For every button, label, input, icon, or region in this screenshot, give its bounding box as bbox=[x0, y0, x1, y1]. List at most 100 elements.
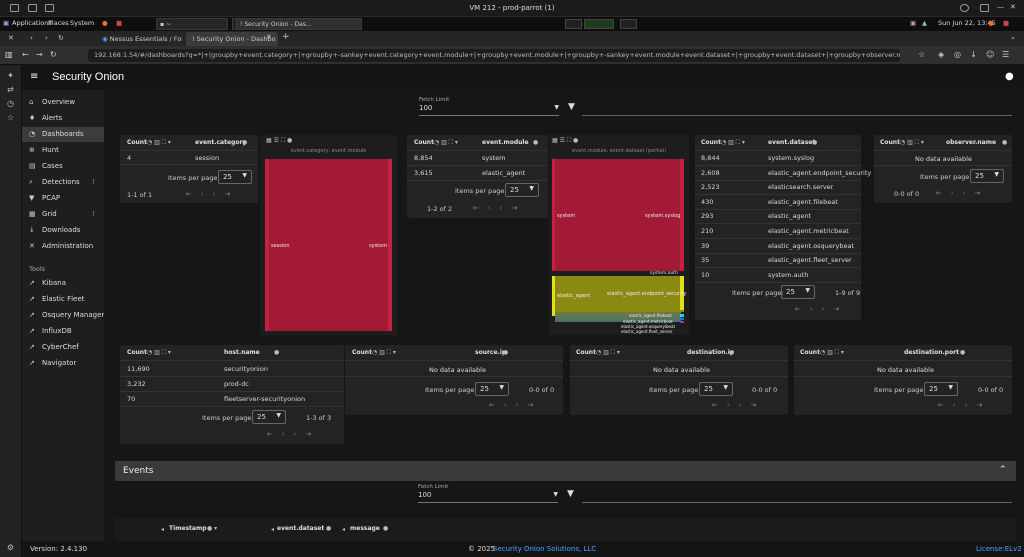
nav-cases[interactable]: ▤ Cases bbox=[22, 159, 104, 174]
chart-icons[interactable]: ◔ ▥ ⛶ ▾ bbox=[820, 349, 844, 357]
sort-icon[interactable]: ◂ bbox=[342, 526, 345, 533]
cell-value[interactable]: fleetserver-securityonion bbox=[224, 395, 305, 403]
pagination-buttons[interactable]: ⇤‹›⇥ bbox=[473, 204, 526, 212]
power-icon[interactable] bbox=[960, 4, 969, 12]
remove-icon[interactable]: ● bbox=[383, 525, 388, 532]
cell-value[interactable]: elasticsearch.server bbox=[768, 183, 833, 191]
tool-influxdb[interactable]: ↗ InfluxDB bbox=[22, 324, 104, 339]
chart-toolbar-icons[interactable]: ▦ ☰ ⛶ ● bbox=[552, 137, 578, 145]
sort-icon[interactable]: ◂ bbox=[161, 526, 164, 533]
pocket-icon[interactable]: ◎ bbox=[954, 50, 961, 59]
license-link[interactable]: License:ELv2 bbox=[976, 545, 1022, 553]
col-event-category[interactable]: event.category bbox=[195, 139, 246, 146]
col-count[interactable]: Count bbox=[352, 349, 372, 356]
tool-elastic-fleet[interactable]: ↗ Elastic Fleet bbox=[22, 292, 104, 307]
taskbar-item-active[interactable]: ! Security Onion - Das... bbox=[236, 18, 362, 30]
cell-value[interactable]: elastic_agent.endpoint_security bbox=[768, 169, 871, 177]
sync-icon[interactable]: ⇄ bbox=[6, 85, 15, 94]
chevron-up-icon[interactable]: ⌃ bbox=[999, 465, 1007, 475]
cell-value[interactable]: system.syslog bbox=[768, 154, 814, 162]
cell-value[interactable]: securityonion bbox=[224, 365, 268, 373]
tool-navigator[interactable]: ↗ Navigator bbox=[22, 356, 104, 371]
chart-icons[interactable]: ◔ ▥ ⛶ ▾ bbox=[434, 139, 458, 147]
items-per-page-select[interactable]: 25 ▼ bbox=[252, 410, 286, 424]
network-icon[interactable]: ▲ bbox=[922, 19, 927, 27]
nav-grid[interactable]: ▦ Grid! bbox=[22, 207, 104, 222]
cell-value[interactable]: elastic_agent.filebeat bbox=[768, 198, 838, 206]
refresh-icon[interactable]: ↻ bbox=[58, 34, 64, 42]
chart-icons[interactable]: ◔ ▥ ⛶ ▾ bbox=[721, 139, 745, 147]
events-query-input[interactable] bbox=[582, 502, 1012, 503]
remove-icon[interactable]: ● bbox=[274, 349, 279, 356]
pagination-buttons[interactable]: ⇤‹›⇥ bbox=[936, 189, 989, 197]
remove-icon[interactable]: ● bbox=[533, 139, 538, 146]
cell-value[interactable]: system.auth bbox=[768, 271, 808, 279]
back-button[interactable]: ← bbox=[22, 50, 29, 59]
sidebar-toggle-icon[interactable]: ▥ bbox=[5, 50, 13, 59]
ai-icon[interactable]: ✦ bbox=[6, 71, 15, 80]
items-per-page-select[interactable]: 25 ▼ bbox=[475, 382, 509, 396]
col-count[interactable]: Count bbox=[127, 139, 147, 146]
pagination-buttons[interactable]: ⇤‹›⇥ bbox=[938, 401, 991, 409]
col-observer-name[interactable]: observer.name bbox=[946, 139, 996, 146]
new-tab-icon[interactable]: + bbox=[282, 32, 290, 42]
col-count[interactable]: Count bbox=[576, 349, 596, 356]
download-icon[interactable]: ↓ bbox=[970, 50, 977, 59]
cell-value[interactable]: elastic_agent bbox=[482, 169, 525, 177]
account-icon[interactable]: ☺ bbox=[986, 50, 994, 59]
col-timestamp[interactable]: Timestamp bbox=[169, 525, 207, 532]
items-per-page-select[interactable]: 25 ▼ bbox=[924, 382, 958, 396]
bookmarks-icon[interactable]: ☆ bbox=[6, 113, 15, 122]
remove-icon[interactable]: ● bbox=[812, 139, 817, 146]
firefox-icon[interactable]: ● bbox=[988, 19, 994, 27]
chart-toolbar-icons[interactable]: ▦ ☰ ⛶ ● bbox=[266, 137, 292, 145]
forward-icon[interactable]: › bbox=[45, 34, 48, 42]
apps-icon[interactable]: ▣ bbox=[3, 19, 9, 27]
company-link[interactable]: Security Onion Solutions, LLC bbox=[493, 545, 596, 553]
nav-administration[interactable]: ✕ Administration bbox=[22, 239, 104, 254]
user-icon[interactable]: ● bbox=[1005, 71, 1014, 82]
hamburger-icon[interactable]: ≡ bbox=[30, 71, 38, 82]
tray-icon[interactable]: ▣ bbox=[910, 19, 916, 27]
applications-menu[interactable]: Applications bbox=[12, 19, 52, 27]
pagination-buttons[interactable]: ⇤‹›⇥ bbox=[712, 401, 765, 409]
col-message[interactable]: message bbox=[350, 525, 380, 532]
tool-osquery[interactable]: ↗ Osquery Manager bbox=[22, 308, 104, 323]
items-per-page-select[interactable]: 25 ▼ bbox=[505, 183, 539, 197]
fetch-limit-select[interactable]: 100 ▼ bbox=[419, 104, 559, 116]
minimize-icon[interactable]: — bbox=[997, 3, 1004, 11]
query-input[interactable] bbox=[582, 115, 1012, 116]
nav-alerts[interactable]: ♦ Alerts bbox=[22, 111, 104, 126]
col-event-dataset[interactable]: event.dataset bbox=[277, 525, 324, 532]
cell-value[interactable]: elastic_agent bbox=[768, 212, 811, 220]
col-count[interactable]: Count bbox=[880, 139, 900, 146]
places-menu[interactable]: Places bbox=[48, 19, 69, 27]
nav-overview[interactable]: ⌂ Overview bbox=[22, 95, 104, 110]
firefox-icon[interactable]: ● bbox=[102, 19, 108, 27]
cell-value[interactable]: prod-dc bbox=[224, 380, 249, 388]
extensions-icon[interactable]: ☰ bbox=[1002, 50, 1009, 59]
cell-value[interactable]: elastic_agent.fleet_server bbox=[768, 256, 852, 264]
col-count[interactable]: Count bbox=[127, 349, 147, 356]
tool-cyberchef[interactable]: ↗ CyberChef bbox=[22, 340, 104, 355]
close-icon[interactable]: ✕ bbox=[1010, 3, 1016, 11]
nav-dashboards[interactable]: ◔ Dashboards bbox=[22, 127, 104, 142]
nav-downloads[interactable]: ↓ Downloads bbox=[22, 223, 104, 238]
pagination-buttons[interactable]: ⇤‹›⇥ bbox=[267, 430, 320, 438]
remove-icon[interactable]: ● bbox=[503, 349, 508, 356]
forward-button[interactable]: → bbox=[36, 50, 43, 59]
items-per-page-select[interactable]: 25 ▼ bbox=[218, 170, 252, 184]
shield-icon[interactable]: ◈ bbox=[938, 50, 944, 59]
pagination-buttons[interactable]: ⇤‹›⇥ bbox=[186, 190, 239, 198]
back-icon[interactable]: ‹ bbox=[30, 34, 33, 42]
chart-icons[interactable]: ◔ ▥ ⛶ ▾ bbox=[372, 349, 396, 357]
items-per-page-select[interactable]: 25 ▼ bbox=[781, 285, 815, 299]
sort-icon[interactable]: ◂ bbox=[271, 526, 274, 533]
col-destination-ip[interactable]: destination.ip bbox=[687, 349, 734, 356]
settings-icon[interactable]: ⚙ bbox=[6, 543, 15, 552]
cell-value[interactable]: elastic_agent.metricbeat bbox=[768, 227, 849, 235]
chart-icons[interactable]: ◔ ▥ ⛶ ▾ bbox=[596, 349, 620, 357]
tab-security-onion[interactable]: ! Security Onion - Dashbo bbox=[186, 32, 278, 46]
col-count[interactable]: Count bbox=[414, 139, 434, 146]
close-icon[interactable]: ✕ bbox=[8, 34, 14, 42]
